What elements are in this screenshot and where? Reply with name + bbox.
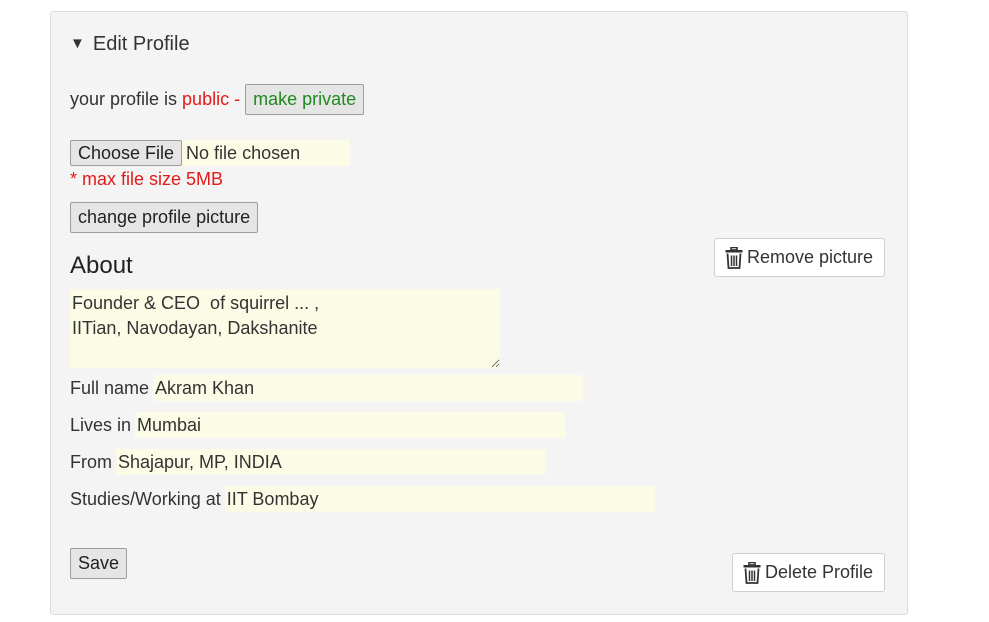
make-private-button[interactable]: make private — [245, 84, 365, 115]
privacy-status: public - — [182, 89, 241, 109]
studies-row: Studies/Working at — [70, 486, 655, 512]
from-row: From — [70, 449, 546, 475]
full-name-input[interactable] — [153, 375, 584, 401]
trash-icon — [725, 246, 743, 269]
max-file-size-note: * max file size 5MB — [70, 169, 224, 189]
change-profile-picture-button[interactable]: change profile picture — [70, 202, 259, 233]
about-textarea[interactable]: Founder & CEO of squirrel ... , IITian, … — [70, 289, 500, 368]
about-heading: About — [70, 252, 133, 279]
lives-in-label: Lives in — [70, 414, 132, 435]
remove-picture-label: Remove picture — [747, 247, 874, 267]
section-title: Edit Profile — [92, 33, 190, 55]
delete-profile-button[interactable]: Delete Profile — [732, 553, 885, 592]
choose-file-button[interactable]: Choose File — [70, 140, 183, 166]
lives-in-input[interactable] — [135, 412, 566, 438]
delete-profile-label: Delete Profile — [765, 562, 874, 582]
file-input[interactable]: Choose File No file chosen — [70, 140, 351, 166]
save-button[interactable]: Save — [70, 548, 128, 579]
from-input[interactable] — [116, 449, 546, 475]
full-name-row: Full name — [70, 375, 584, 401]
studies-input[interactable] — [224, 486, 655, 512]
triangle-down-icon: ▼ — [70, 35, 85, 52]
studies-label: Studies/Working at — [70, 488, 221, 509]
privacy-prefix: your profile is — [70, 89, 183, 109]
remove-picture-button[interactable]: Remove picture — [714, 238, 885, 277]
privacy-row: your profile is public - make private — [70, 84, 365, 115]
edit-profile-toggle[interactable]: ▼ Edit Profile — [70, 33, 190, 56]
from-label: From — [70, 451, 112, 472]
file-status: No file chosen — [182, 140, 351, 166]
lives-in-row: Lives in — [70, 412, 566, 438]
full-name-label: Full name — [70, 377, 150, 398]
trash-icon — [743, 561, 761, 584]
